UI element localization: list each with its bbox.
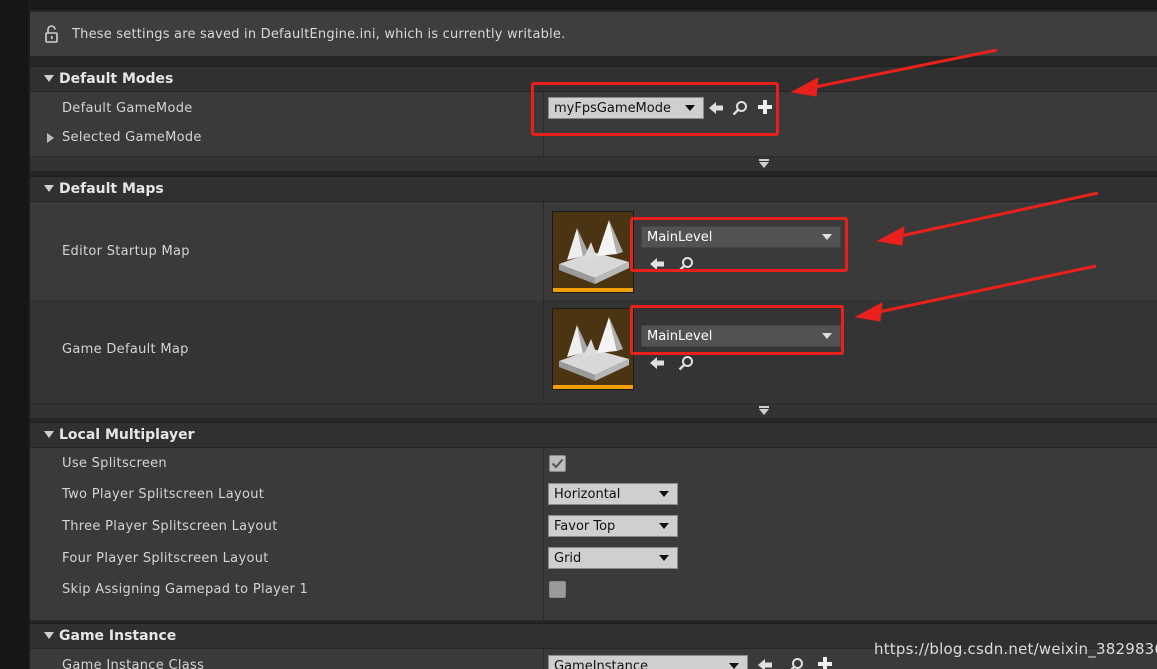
column-divider [543, 202, 544, 300]
use-splitscreen-label: Use Splitscreen [62, 456, 167, 471]
expand-arrow-icon[interactable] [758, 159, 770, 169]
chevron-down-icon [659, 523, 669, 529]
use-splitscreen-checkbox[interactable] [549, 455, 566, 472]
local-multiplayer-rows: Use Splitscreen Two Player Splitscreen L… [30, 448, 1157, 620]
column-divider [543, 448, 544, 620]
annotation-box-game-map [630, 305, 844, 355]
left-sidebar-strip [0, 0, 28, 669]
four-player-layout-label: Four Player Splitscreen Layout [62, 551, 269, 566]
four-player-layout-dropdown[interactable]: Grid [548, 547, 678, 569]
two-player-layout-label: Two Player Splitscreen Layout [62, 487, 265, 502]
annotation-box-editor-map [630, 217, 848, 272]
editor-startup-map-label: Editor Startup Map [62, 244, 190, 259]
chevron-down-icon [659, 491, 669, 497]
collapse-triangle-icon[interactable] [44, 430, 54, 438]
game-instance-class-label: Game Instance Class [62, 658, 205, 669]
game-instance-class-value: GameInstance [554, 658, 648, 669]
game-default-map-row: Game Default Map MainLevel [30, 300, 1157, 403]
game-instance-class-dropdown[interactable]: GameInstance [548, 655, 748, 669]
expand-arrow-icon[interactable] [758, 406, 770, 416]
use-selected-arrow-icon[interactable] [757, 657, 773, 669]
category-default-maps[interactable]: Default Maps [30, 176, 1157, 201]
map-thumbnail[interactable] [552, 308, 634, 390]
config-notice-text: These settings are saved in DefaultEngin… [72, 26, 566, 42]
unlock-icon [45, 25, 58, 43]
game-default-map-label: Game Default Map [62, 342, 189, 357]
four-player-layout-value: Grid [554, 550, 582, 566]
collapse-triangle-icon[interactable] [44, 184, 54, 192]
use-selected-arrow-icon[interactable] [649, 355, 665, 371]
default-gamemode-label: Default GameMode [62, 101, 193, 116]
advanced-expander-default-modes[interactable] [30, 156, 1157, 171]
config-notice-bar: These settings are saved in DefaultEngin… [30, 12, 1157, 56]
two-player-layout-dropdown[interactable]: Horizontal [548, 483, 678, 505]
category-title: Local Multiplayer [59, 427, 195, 443]
top-strip [30, 0, 1157, 10]
column-divider [543, 649, 544, 669]
checkmark-icon [551, 458, 564, 469]
chevron-down-icon [659, 555, 669, 561]
category-local-multiplayer[interactable]: Local Multiplayer [30, 422, 1157, 447]
category-title: Default Maps [59, 181, 164, 197]
category-title: Default Modes [59, 71, 174, 87]
three-player-layout-label: Three Player Splitscreen Layout [62, 519, 278, 534]
column-divider [543, 300, 544, 403]
collapse-triangle-icon[interactable] [44, 74, 54, 82]
level-asset-icon [553, 309, 633, 389]
browse-magnifier-icon[interactable] [678, 355, 694, 371]
selected-gamemode-label: Selected GameMode [62, 130, 202, 145]
skip-gamepad-checkbox[interactable] [549, 581, 566, 598]
editor-startup-map-row: Editor Startup Map MainLevel [30, 202, 1157, 300]
annotation-box-gamemode [531, 82, 779, 136]
two-player-layout-value: Horizontal [554, 486, 621, 502]
asset-type-bar [553, 385, 633, 389]
level-asset-icon [553, 212, 633, 292]
asset-type-bar [553, 288, 633, 292]
skip-gamepad-label: Skip Assigning Gamepad to Player 1 [62, 582, 309, 597]
advanced-expander-default-maps[interactable] [30, 403, 1157, 418]
watermark-text: https://blog.csdn.net/weixin_38298363 [874, 640, 1157, 658]
browse-magnifier-icon[interactable] [788, 657, 804, 669]
map-thumbnail[interactable] [552, 211, 634, 293]
three-player-layout-dropdown[interactable]: Favor Top [548, 515, 678, 537]
three-player-layout-value: Favor Top [554, 518, 616, 534]
category-title: Game Instance [59, 628, 177, 644]
add-plus-icon[interactable] [817, 656, 833, 669]
collapse-triangle-icon[interactable] [44, 631, 54, 639]
project-settings-panel: These settings are saved in DefaultEngin… [30, 0, 1157, 669]
chevron-down-icon [729, 663, 739, 669]
expand-triangle-icon[interactable] [47, 133, 54, 143]
